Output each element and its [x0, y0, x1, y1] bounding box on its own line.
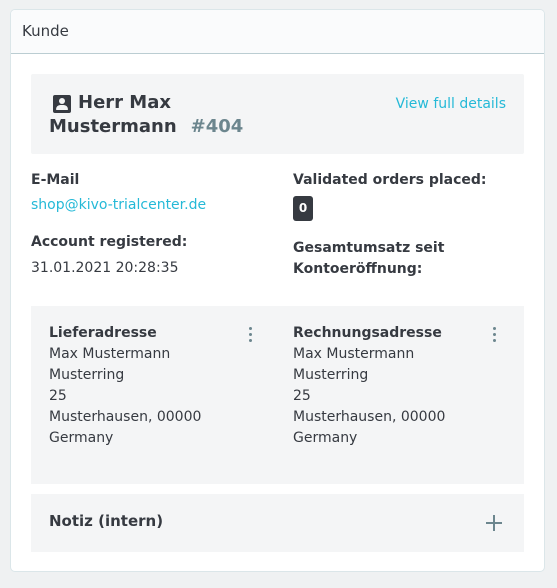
email-label: E-Mail: [31, 172, 80, 188]
address-line: 25: [49, 388, 67, 404]
registered-value: 31.01.2021 20:28:35: [31, 260, 179, 276]
customer-name-line2: Mustermann: [49, 116, 177, 137]
delivery-address-menu-icon[interactable]: [245, 327, 255, 345]
address-line: Musterhausen, 00000: [293, 409, 446, 425]
address-line: 25: [293, 388, 311, 404]
plus-icon[interactable]: [486, 515, 502, 531]
addresses-panel: Lieferadresse Max Mustermann Musterring …: [31, 306, 524, 484]
email-link[interactable]: shop@kivo-trialcenter.de: [31, 197, 206, 213]
delivery-address-title: Lieferadresse: [49, 325, 157, 341]
card-header: Kunde: [11, 10, 544, 54]
revenue-label-line1: Gesamtumsatz seit: [293, 240, 445, 256]
customer-card: Kunde Herr Max Mustermann #404 View full …: [10, 9, 545, 572]
address-line: Musterhausen, 00000: [49, 409, 202, 425]
address-line: Germany: [49, 430, 114, 446]
invoice-address: Rechnungsadresse Max Mustermann Musterri…: [293, 323, 503, 449]
invoice-address-menu-icon[interactable]: [489, 327, 499, 345]
invoice-address-title: Rechnungsadresse: [293, 325, 442, 341]
revenue-label-line2: Kontoeröffnung:: [293, 261, 423, 277]
revenue-label: Gesamtumsatz seit Kontoeröffnung:: [293, 238, 444, 280]
address-line: Max Mustermann: [49, 346, 171, 362]
card-title: Kunde: [22, 22, 69, 40]
view-full-details-link[interactable]: View full details: [396, 96, 506, 112]
address-line: Musterring: [293, 367, 369, 383]
delivery-address: Lieferadresse Max Mustermann Musterring …: [49, 323, 259, 449]
address-line: Germany: [293, 430, 358, 446]
orders-label: Validated orders placed:: [293, 172, 487, 188]
orders-count-badge: 0: [293, 196, 313, 221]
internal-note-title: Notiz (intern): [49, 512, 164, 530]
customer-name: Herr Max Mustermann #404: [49, 91, 289, 139]
address-line: Max Mustermann: [293, 346, 415, 362]
customer-name-line1: Herr Max: [78, 92, 171, 113]
address-line: Musterring: [49, 367, 125, 383]
customer-id: #404: [190, 116, 244, 137]
internal-note-panel[interactable]: Notiz (intern): [31, 494, 524, 552]
email-value[interactable]: shop@kivo-trialcenter.de: [31, 195, 206, 216]
registered-label: Account registered:: [31, 234, 188, 250]
customer-summary: Herr Max Mustermann #404 View full detail…: [31, 74, 524, 154]
